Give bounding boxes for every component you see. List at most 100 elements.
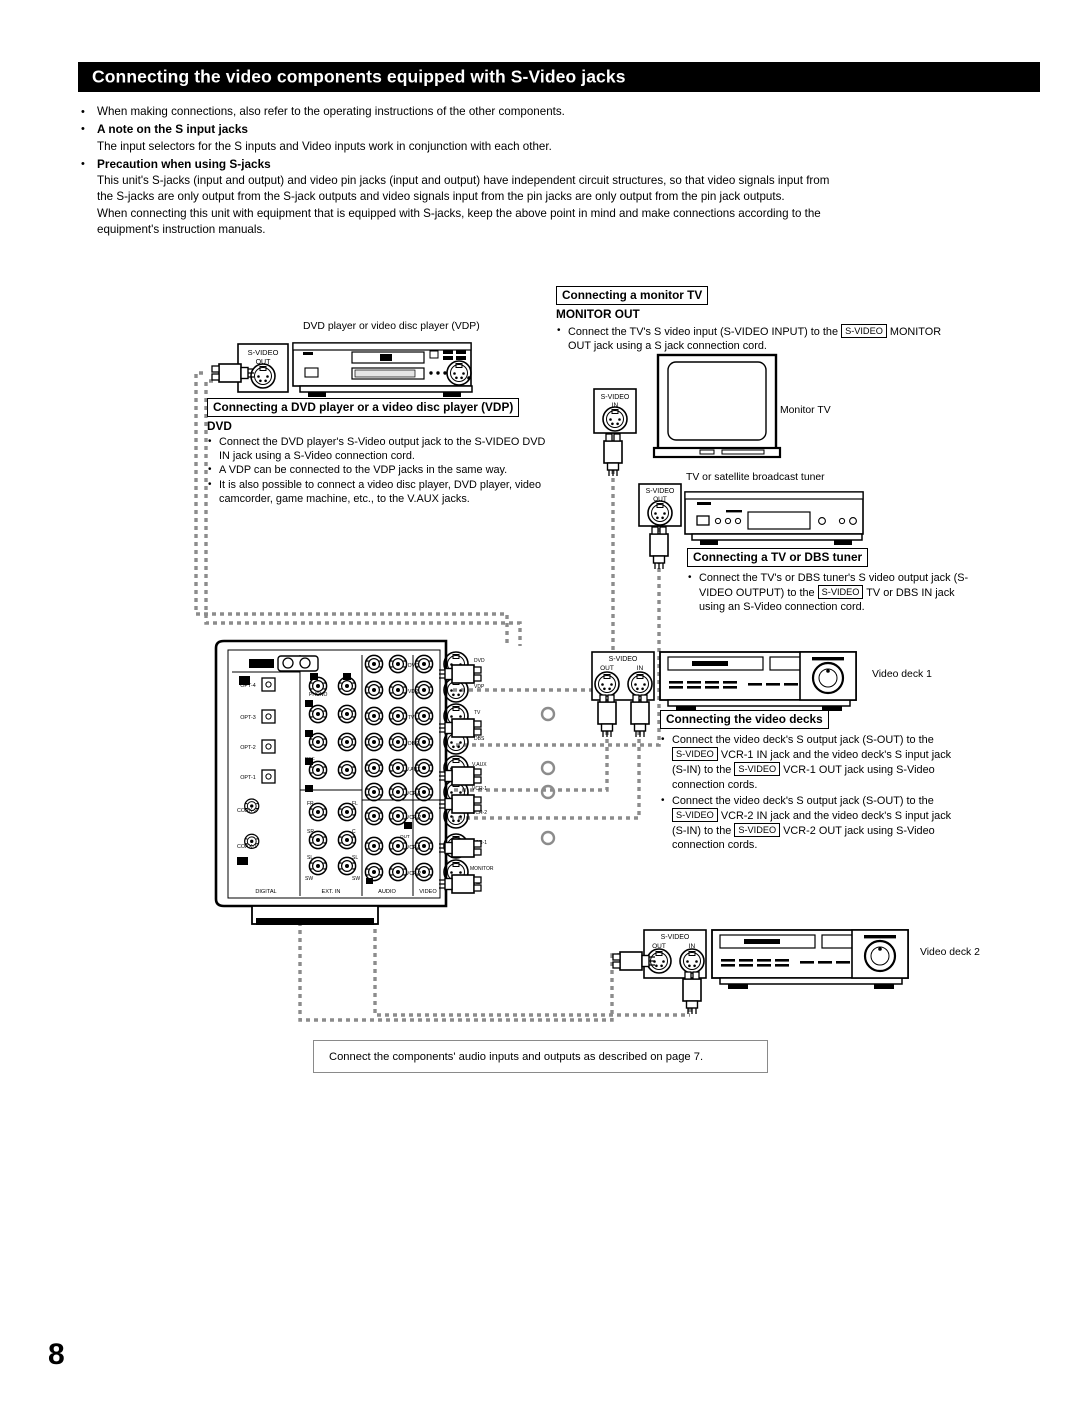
monitor-bullet-part-b: MONITOR [889,326,942,338]
dvd-section: Connecting a DVD player or a video disc … [207,398,559,506]
bullet-dot-icon: • [557,325,561,336]
decks-section: Connecting the video decks • Connect the… [660,710,1028,853]
svg-text:SR: SR [307,829,314,835]
cable-crossing-markers [540,706,556,846]
svideo-tag: S-VIDEO [734,762,781,777]
svg-text:TV: TV [474,710,481,716]
monitor-svideo-in-jack-panel: S-VIDEO IN [593,388,637,477]
audio-reference-note-text: Connect the components' audio inputs and… [329,1050,704,1063]
bullet-dot-icon: • [208,464,212,476]
svideo-tag: S-VIDEO [841,324,887,338]
manual-page: Connecting the video components equipped… [0,0,1080,1404]
decks-b1-part-5: connection cords. [672,778,758,791]
decks-bullet-1: • Connect the video deck's S output jack… [660,733,1028,792]
decks-b2-part-3: (S-IN) to the [672,825,732,838]
tuner-section: Connecting a TV or DBS tuner • Connect t… [687,548,1027,615]
svg-text:OPT-2: OPT-2 [240,745,256,751]
svideo-tag: S-VIDEO [672,808,718,823]
svg-text:FL: FL [352,801,358,807]
decks-b1-part-3: (S-IN) to the [672,764,732,777]
jack-label-svideo: S-VIDEO [646,488,675,495]
tuner-bullet-part-d: using an S-Video connection cord. [699,601,865,614]
decks-b1-part-1: Connect the video deck's S output jack (… [672,734,934,746]
decks-b1-part-4: VCR-1 OUT jack using S-Video [783,764,935,777]
tuner-bullet-part-a: Connect the TV's or DBS tuner's S video … [699,572,969,584]
jack-label-out: OUT [600,665,614,672]
svideo-tag: S-VIDEO [672,747,718,762]
decks-bullet-2: • Connect the video deck's S output jack… [660,794,1028,853]
panel-group-digital: DIGITAL [255,889,276,895]
dvd-bullet-2-text: A VDP can be connected to the VDP jacks … [219,464,508,477]
svg-text:SL: SL [352,855,358,861]
svg-text:OPT-3: OPT-3 [240,715,256,721]
tuner-illustration [684,491,864,545]
monitor-out-subheading: MONITOR OUT [556,307,640,321]
bullet-dot-icon: • [208,436,212,447]
decks-b2-part-2: VCR-2 IN jack and the video deck's S inp… [720,810,952,823]
svg-text:VDP: VDP [474,684,485,690]
tuner-bullet-part-b: VIDEO OUTPUT) to the [699,587,815,600]
monitor-section-heading: Connecting a monitor TV [556,286,709,305]
svg-text:DVD: DVD [474,658,485,664]
svideo-tag: S-VIDEO [734,823,781,838]
label-dvd-player: DVD player or video disc player (VDP) [303,321,480,332]
svideo-tag: S-VIDEO [817,585,864,600]
svg-text:REC: REC [305,756,315,761]
svg-text:C: C [352,829,356,835]
page-number: 8 [48,1338,65,1371]
svg-text:COAX-1: COAX-1 [237,844,257,850]
dvd-bullet-3: • It is also possible to connect a video… [207,478,559,506]
bullet-dot-icon: • [688,572,692,583]
bullet-dot-icon: • [661,734,665,745]
monitor-bullet: • Connect the TV's S video input (S-VIDE… [556,324,1026,353]
bullet-dot-icon: • [661,794,665,806]
svg-text:VCR-1: VCR-1 [472,786,487,792]
tuner-bullet: • Connect the TV's or DBS tuner's S vide… [687,571,1027,615]
monitor-tv-illustration [652,353,782,459]
tuner-section-heading: Connecting a TV or DBS tuner [687,548,869,567]
monitor-tv-section: Connecting a monitor TV MONITOR OUT • Co… [556,286,1026,353]
panel-group-audio: AUDIO [378,889,396,895]
jack-label-svideo: S-VIDEO [601,394,630,401]
svg-text:SW: SW [352,876,360,882]
svg-text:SL: SL [307,855,313,861]
svg-text:OPT-4: OPT-4 [240,683,256,689]
dvd-section-heading: Connecting a DVD player or a video disc … [207,398,520,417]
svg-text:SW: SW [305,876,313,882]
panel-group-video: VIDEO [419,889,437,895]
audio-reference-note: Connect the components' audio inputs and… [313,1040,768,1073]
svg-text:COAX-2: COAX-2 [237,808,257,814]
dvd-svideo-out-jack-panel: S-VIDEO OUT [211,343,289,393]
tuner-svideo-out-jack-panel: S-VIDEO OUT [638,483,682,570]
decks-b1-part-2: VCR-1 IN jack and the video deck's S inp… [720,749,952,762]
jack-label-svideo: S-VIDEO [248,348,279,357]
decks-b2-part-4: VCR-2 OUT jack using S-Video [783,825,935,838]
panel-group-ext-in: EXT. IN [322,889,341,895]
video-deck-2-illustration [711,929,909,989]
label-monitor-tv: Monitor TV [780,405,831,416]
bullet-dot-icon: • [208,478,212,490]
tuner-bullet-part-c: TV or DBS IN jack [866,587,955,600]
svg-text:DBS: DBS [474,736,485,742]
deck2-svideo-jack-panel: S-VIDEO OUT IN [612,929,707,1015]
dvd-player-illustration [292,342,473,397]
dvd-bullet-2: • A VDP can be connected to the VDP jack… [207,463,559,477]
monitor-bullet-part-c: OUT jack using a S jack connection cord. [568,340,767,353]
decks-section-heading: Connecting the video decks [660,710,829,729]
svg-text:FR: FR [307,801,314,807]
svg-text:MONITOR: MONITOR [470,866,494,872]
dvd-subheading: DVD [207,419,232,433]
deck1-svideo-jack-panel: S-VIDEO OUT IN [591,651,655,738]
receiver-rear-panel: DIGITAL EXT. IN AUDIO VIDEO OPT-4 OPT-3 … [214,639,494,925]
monitor-bullet-part-a: Connect the TV's S video input (S-VIDEO … [568,326,839,338]
jack-label-svideo: S-VIDEO [609,656,638,663]
video-deck-1-illustration [659,651,857,711]
label-tuner: TV or satellite broadcast tuner [686,472,825,483]
jack-label-svideo: S-VIDEO [661,934,690,941]
label-video-deck-1: Video deck 1 [872,669,932,680]
jack-label-in: IN [637,665,644,672]
dvd-bullet-3-text: It is also possible to connect a video d… [219,478,542,505]
label-video-deck-2: Video deck 2 [920,947,980,958]
svg-text:OPT-1: OPT-1 [240,775,256,781]
svg-text:TV: TV [408,715,415,721]
